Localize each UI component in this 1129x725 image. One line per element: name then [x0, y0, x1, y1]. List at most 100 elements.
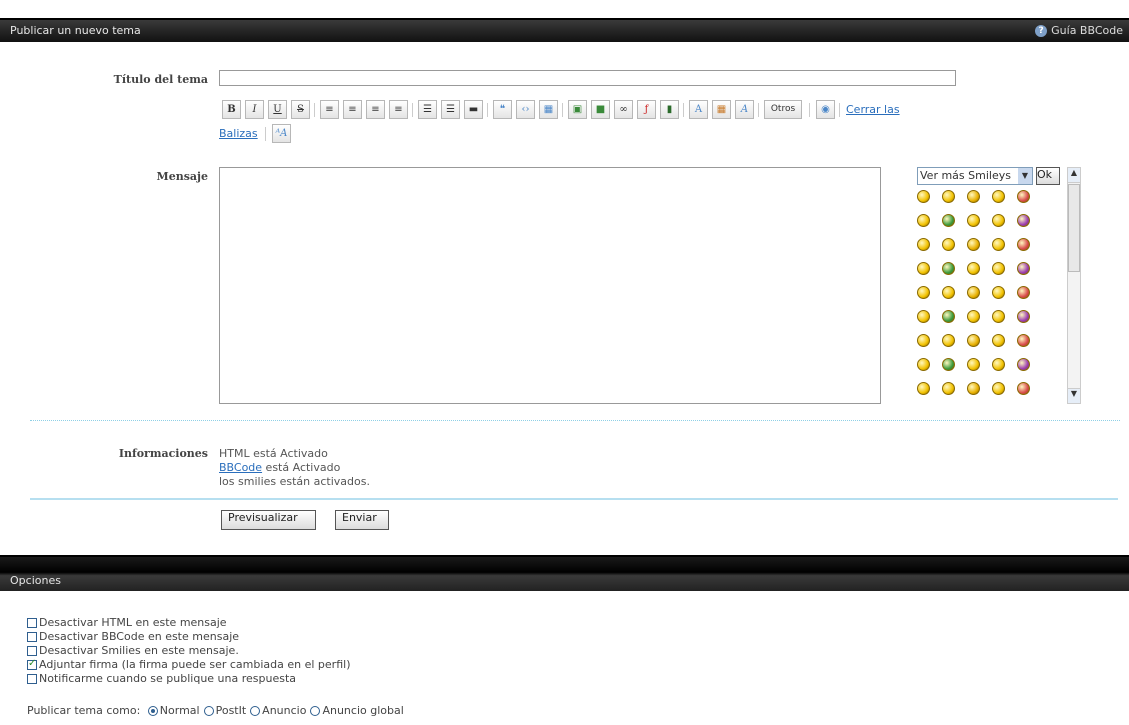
smiley-icon[interactable]	[967, 190, 980, 203]
smiley-icon[interactable]	[1017, 310, 1030, 323]
smiley-icon[interactable]	[917, 262, 930, 275]
smiley-icon[interactable]	[1017, 214, 1030, 227]
post-type-radio[interactable]	[310, 706, 321, 716]
post-type-option[interactable]: Anuncio global	[310, 704, 404, 717]
font-size-button[interactable]: A	[689, 100, 708, 119]
smiley-icon[interactable]	[942, 358, 955, 371]
smiley-icon[interactable]	[917, 382, 930, 395]
smiley-icon[interactable]	[917, 190, 930, 203]
post-type-radio[interactable]	[203, 706, 214, 716]
format-clear-button[interactable]: ᴬA	[272, 124, 291, 143]
scroll-thumb[interactable]	[1068, 184, 1080, 272]
close-tags-link-line2[interactable]: Balizas	[219, 127, 258, 140]
smiley-icon[interactable]	[992, 334, 1005, 347]
smiley-icon[interactable]	[1017, 262, 1030, 275]
option-checkbox-row[interactable]: Desactivar BBCode en este mensaje	[27, 630, 239, 643]
option-checkbox[interactable]	[27, 618, 37, 628]
post-type-option[interactable]: PostIt	[203, 704, 246, 717]
smiley-icon[interactable]	[992, 190, 1005, 203]
smiley-icon[interactable]	[1017, 382, 1030, 395]
bbcode-link[interactable]: BBCode	[219, 461, 262, 474]
link-button[interactable]: ∞	[614, 100, 633, 119]
flash-button[interactable]: ƒ	[637, 100, 656, 119]
smiley-icon[interactable]	[917, 214, 930, 227]
smiley-icon[interactable]	[992, 358, 1005, 371]
smiley-icon[interactable]	[992, 382, 1005, 395]
option-checkbox-row[interactable]: Notificarme cuando se publique una respu…	[27, 672, 296, 685]
font-button[interactable]: A	[735, 100, 754, 119]
smiley-icon[interactable]	[967, 238, 980, 251]
option-checkbox-row[interactable]: Adjuntar firma (la firma puede ser cambi…	[27, 658, 351, 671]
smiley-icon[interactable]	[942, 286, 955, 299]
smiley-icon[interactable]	[992, 262, 1005, 275]
scroll-up-icon[interactable]: ▲	[1068, 168, 1080, 183]
smiley-icon[interactable]	[917, 310, 930, 323]
table-button[interactable]: ▦	[539, 100, 558, 119]
smiley-icon[interactable]	[942, 214, 955, 227]
smiley-icon[interactable]	[1017, 358, 1030, 371]
smiley-icon[interactable]	[967, 262, 980, 275]
smiley-icon[interactable]	[992, 214, 1005, 227]
smiley-icon[interactable]	[917, 358, 930, 371]
smiley-icon[interactable]	[967, 334, 980, 347]
smiley-icon[interactable]	[967, 358, 980, 371]
close-tags-link-line1[interactable]: Cerrar las	[846, 103, 900, 116]
bbcode-guide-link[interactable]: ? Guía BBCode	[1035, 24, 1123, 37]
align-right-button[interactable]: ≡	[366, 100, 385, 119]
smiley-icon[interactable]	[942, 334, 955, 347]
option-checkbox[interactable]	[27, 632, 37, 642]
preview-button[interactable]: Previsualizar	[221, 510, 316, 530]
option-checkbox[interactable]	[27, 674, 37, 684]
smiley-icon[interactable]	[967, 214, 980, 227]
image-host-button[interactable]: ■	[591, 100, 610, 119]
smiley-icon[interactable]	[942, 262, 955, 275]
smiley-icon[interactable]	[942, 238, 955, 251]
image-button[interactable]: ▣	[568, 100, 587, 119]
smiley-icon[interactable]	[942, 382, 955, 395]
hr-button[interactable]: ▬	[464, 100, 483, 119]
smiley-icon[interactable]	[992, 310, 1005, 323]
underline-button[interactable]: U	[268, 100, 287, 119]
others-button[interactable]: Otros	[764, 100, 802, 119]
smiley-icon[interactable]	[992, 286, 1005, 299]
strike-button[interactable]: S	[291, 100, 310, 119]
bullet-list-button[interactable]: ☰	[418, 100, 437, 119]
option-checkbox[interactable]	[27, 658, 37, 670]
color-button[interactable]: ▦	[712, 100, 731, 119]
option-checkbox-row[interactable]: Desactivar HTML en este mensaje	[27, 616, 227, 629]
align-left-button[interactable]: ≡	[320, 100, 339, 119]
smiley-icon[interactable]	[917, 286, 930, 299]
justify-button[interactable]: ≡	[389, 100, 408, 119]
smiley-icon[interactable]	[942, 310, 955, 323]
numbered-list-button[interactable]: ☰	[441, 100, 460, 119]
submit-button[interactable]: Enviar	[335, 510, 389, 530]
quote-button[interactable]: ❝	[493, 100, 512, 119]
align-center-button[interactable]: ≡	[343, 100, 362, 119]
option-checkbox-row[interactable]: Desactivar Smilies en este mensaje.	[27, 644, 239, 657]
smiley-icon[interactable]	[1017, 286, 1030, 299]
smiley-icon[interactable]	[1017, 334, 1030, 347]
bold-button[interactable]: B	[222, 100, 241, 119]
title-input[interactable]	[219, 70, 956, 86]
post-type-radio[interactable]	[250, 706, 261, 716]
smiley-icon[interactable]	[942, 190, 955, 203]
smiley-icon[interactable]	[967, 310, 980, 323]
smiley-icon[interactable]	[1017, 238, 1030, 251]
code-button[interactable]: ‹›	[516, 100, 535, 119]
message-textarea[interactable]	[219, 167, 881, 404]
italic-button[interactable]: I	[245, 100, 264, 119]
video-button[interactable]: ▮	[660, 100, 679, 119]
smilies-scrollbar[interactable]: ▲ ▼	[1067, 167, 1081, 404]
smiley-icon[interactable]	[967, 382, 980, 395]
help-button[interactable]: ◉	[816, 100, 835, 119]
smiley-icon[interactable]	[1017, 190, 1030, 203]
smiley-icon[interactable]	[917, 334, 930, 347]
option-checkbox[interactable]	[27, 646, 37, 656]
smilies-select[interactable]: Ver más Smileys ▼	[917, 167, 1033, 185]
post-type-radio[interactable]	[147, 706, 158, 716]
scroll-down-icon[interactable]: ▼	[1068, 388, 1080, 403]
post-type-option[interactable]: Anuncio	[250, 704, 306, 717]
smiley-icon[interactable]	[967, 286, 980, 299]
post-type-option[interactable]: Normal	[147, 704, 200, 717]
smiley-icon[interactable]	[992, 238, 1005, 251]
